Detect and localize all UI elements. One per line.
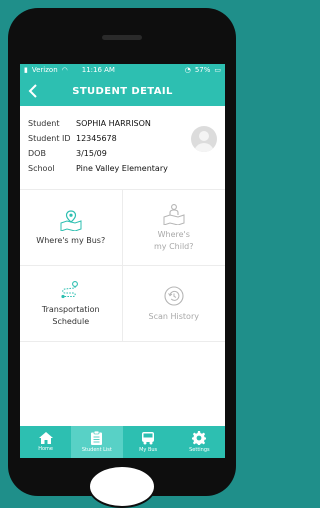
tab-student-list[interactable]: Student List [71,426,123,458]
tab-label: My Bus [139,446,158,453]
avatar-body [194,143,214,152]
history-icon [164,285,184,306]
school-row: School Pine Valley Elementary [28,161,217,176]
route-schedule-icon [61,280,78,298]
tab-home[interactable]: Home [20,426,71,458]
tab-my-bus[interactable]: My Bus [123,426,174,458]
tile-label: Transportation Schedule [41,304,100,326]
scan-history-tile[interactable]: Scan History [122,266,225,342]
tab-label: Settings [189,447,210,453]
info-value: 12345678 [76,134,117,143]
gear-icon [192,431,207,445]
battery-icon: ▭ [214,66,221,74]
tile-label: Scan History [148,311,199,321]
info-label: Student [28,119,60,128]
info-value: SOPHIA HARRISON [76,119,151,128]
student-name-row: Student SOPHIA HARRISON [28,116,217,131]
tab-settings[interactable]: Settings [174,426,225,458]
tile-label: Where's my Child? [154,229,194,251]
dob-row: DOB 3/15/09 [28,146,217,161]
phone-speaker [102,35,142,40]
bus-icon [142,431,155,444]
signal-icon: ▮ [24,66,28,74]
wheres-my-child-tile[interactable]: Where's my Child? [122,190,225,266]
alarm-icon: ◔ [184,66,191,74]
wifi-icon: ◠ [61,66,68,74]
status-time: 11:16 AM [81,66,115,74]
chevron-left-icon [28,84,37,98]
page-title: STUDENT DETAIL [72,85,173,97]
app-screen: ▮ Verizon ◠ 11:16 AM ◔ 57% ▭ STUDENT DET… [20,64,225,458]
title-bar: STUDENT DETAIL [20,76,225,106]
info-label: School [28,164,55,173]
info-label: Student ID [28,134,71,143]
back-button[interactable] [20,76,46,106]
student-id-row: Student ID 12345678 [28,131,217,146]
tab-label: Student List [81,447,112,453]
tile-label: Where's my Bus? [36,235,106,245]
avatar-head [199,131,209,141]
bottom-tab-bar: Home Student List My Bus Settings [20,426,225,458]
transportation-schedule-tile[interactable]: Transportation Schedule [20,266,123,342]
action-grid: Where's my Bus? Where's my Child? Transp… [20,190,225,342]
bus-map-icon [60,209,82,231]
phone-frame: ▮ Verizon ◠ 11:16 AM ◔ 57% ▭ STUDENT DET… [8,8,236,508]
battery-percent: 57% [194,66,211,74]
info-value: 3/15/09 [76,149,107,158]
home-icon [38,432,53,444]
info-label: DOB [28,149,46,158]
student-info-card: Student SOPHIA HARRISON Student ID 12345… [20,106,225,190]
wheres-my-bus-tile[interactable]: Where's my Bus? [20,190,123,266]
child-map-icon [163,203,185,225]
status-bar: ▮ Verizon ◠ 11:16 AM ◔ 57% ▭ [20,64,225,76]
info-value: Pine Valley Elementary [76,164,168,173]
carrier-text: Verizon [31,66,58,74]
avatar [191,126,217,152]
clipboard-icon [91,431,103,445]
tab-label: Home [38,446,53,452]
